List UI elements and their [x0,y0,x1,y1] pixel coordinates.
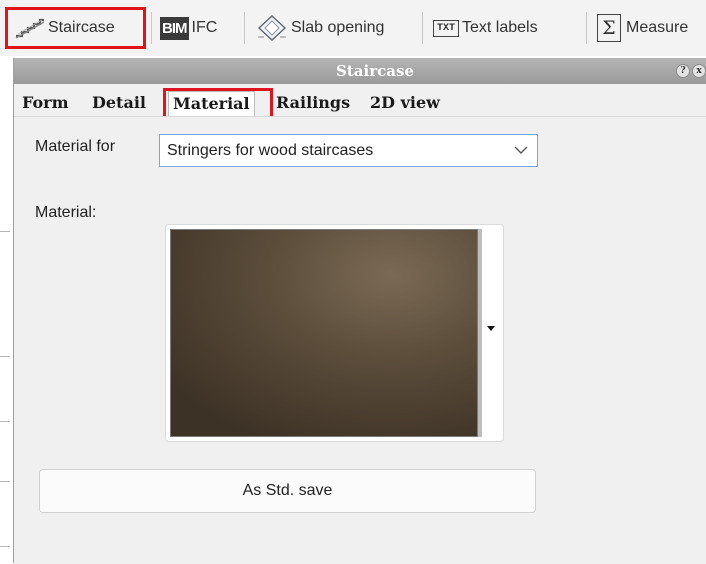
slab-opening-tool-label: Slab opening [291,19,385,36]
text-labels-tool-label: Text labels [462,19,538,36]
toolbar-separator [586,12,587,44]
tab-railings[interactable]: Railings [276,91,350,115]
slab-opening-tool-button[interactable]: Slab opening [256,11,384,45]
staircase-tool-highlight [5,7,146,49]
material-for-label: Material for [35,138,116,155]
text-labels-tool-button[interactable]: TXT Text labels [433,11,538,45]
material-for-value: Stringers for wood staircases [167,142,374,159]
panel-tabs: Form Detail Material Railings 2D view [14,86,706,116]
toolbar-separator [151,12,152,44]
panel-title: Staircase ? x [14,58,706,84]
tab-detail[interactable]: Detail [92,91,146,115]
toolbar: Staircase BIM IFC Slab opening TXT Text … [0,0,706,56]
canvas-edge-mark [0,231,10,232]
slab-opening-icon [257,15,287,41]
bim-icon: BIM [160,16,189,40]
ifc-tool-label: IFC [191,19,218,36]
material-label: Material: [35,204,97,221]
help-icon[interactable]: ? [676,64,690,78]
close-icon[interactable]: x [692,64,706,78]
txt-icon: TXT [433,19,460,37]
material-tab-content: Material for Stringers for wood staircas… [14,116,706,564]
staircase-panel: Staircase ? x Form Detail Material Raili… [13,58,706,564]
canvas-edge-mark [0,421,10,422]
as-std-save-button[interactable]: As Std. save [39,469,536,513]
panel-title-text: Staircase [336,62,414,80]
material-swatch [170,229,478,437]
measure-tool-label: Measure [626,19,689,36]
chevron-down-icon [514,146,528,154]
tab-2d-view[interactable]: 2D view [370,91,440,115]
canvas-edge-mark [0,356,10,357]
material-for-select[interactable]: Stringers for wood staircases [159,134,538,167]
swatch-scrollbar[interactable] [478,229,482,437]
tab-form[interactable]: Form [22,91,69,115]
measure-tool-button[interactable]: Σ Measure [597,11,688,45]
canvas-edge-mark [0,546,10,547]
toolbar-separator [422,12,423,44]
sigma-icon: Σ [597,14,621,42]
ifc-tool-button[interactable]: BIM IFC [160,11,217,45]
toolbar-separator [244,12,245,44]
canvas-edge-mark [0,481,10,482]
dropdown-arrow-icon[interactable] [487,326,495,331]
canvas-edge [0,56,13,563]
material-preview[interactable] [165,224,504,442]
